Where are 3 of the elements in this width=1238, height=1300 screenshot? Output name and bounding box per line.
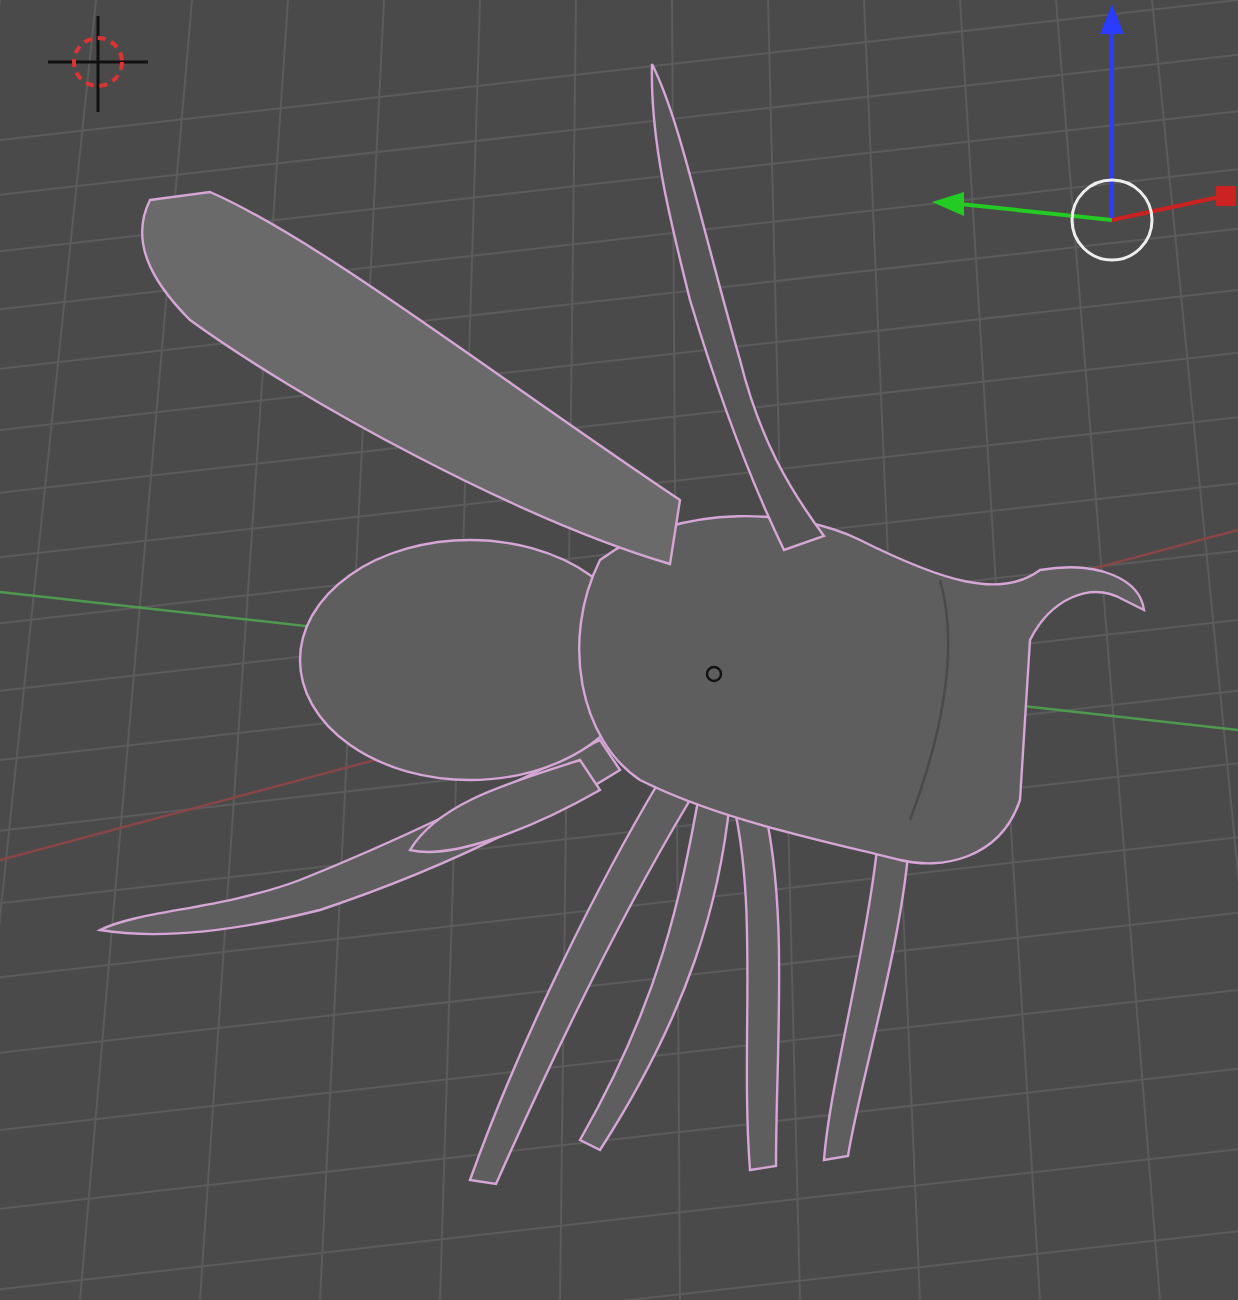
wasp-body-drawing[interactable]: [98, 515, 1146, 1186]
transform-gizmo-icon[interactable]: [932, 4, 1236, 262]
3d-cursor-icon[interactable]: [48, 16, 148, 112]
